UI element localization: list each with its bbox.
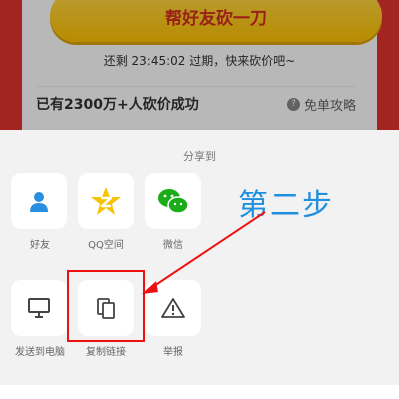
share-friend-button[interactable] <box>11 173 67 229</box>
share-qzone-button[interactable] <box>78 173 134 229</box>
share-sheet: 分享到 <box>0 130 399 399</box>
person-icon <box>30 192 48 212</box>
bottom-strip <box>0 385 399 399</box>
wechat-icon <box>158 189 189 214</box>
report-label: 举报 <box>163 347 183 358</box>
highlight-box <box>67 270 145 342</box>
share-wechat-button[interactable] <box>145 173 201 229</box>
step-annotation: 第二步 <box>238 188 334 223</box>
dim-overlay[interactable] <box>0 0 399 130</box>
send-to-pc-button[interactable] <box>11 280 67 336</box>
monitor-icon <box>28 298 50 318</box>
report-button[interactable] <box>145 280 201 336</box>
share-wechat-label: 微信 <box>163 240 183 251</box>
share-sheet-title: 分享到 <box>183 150 216 163</box>
qzone-star-icon <box>91 187 121 215</box>
warning-icon <box>161 298 185 318</box>
